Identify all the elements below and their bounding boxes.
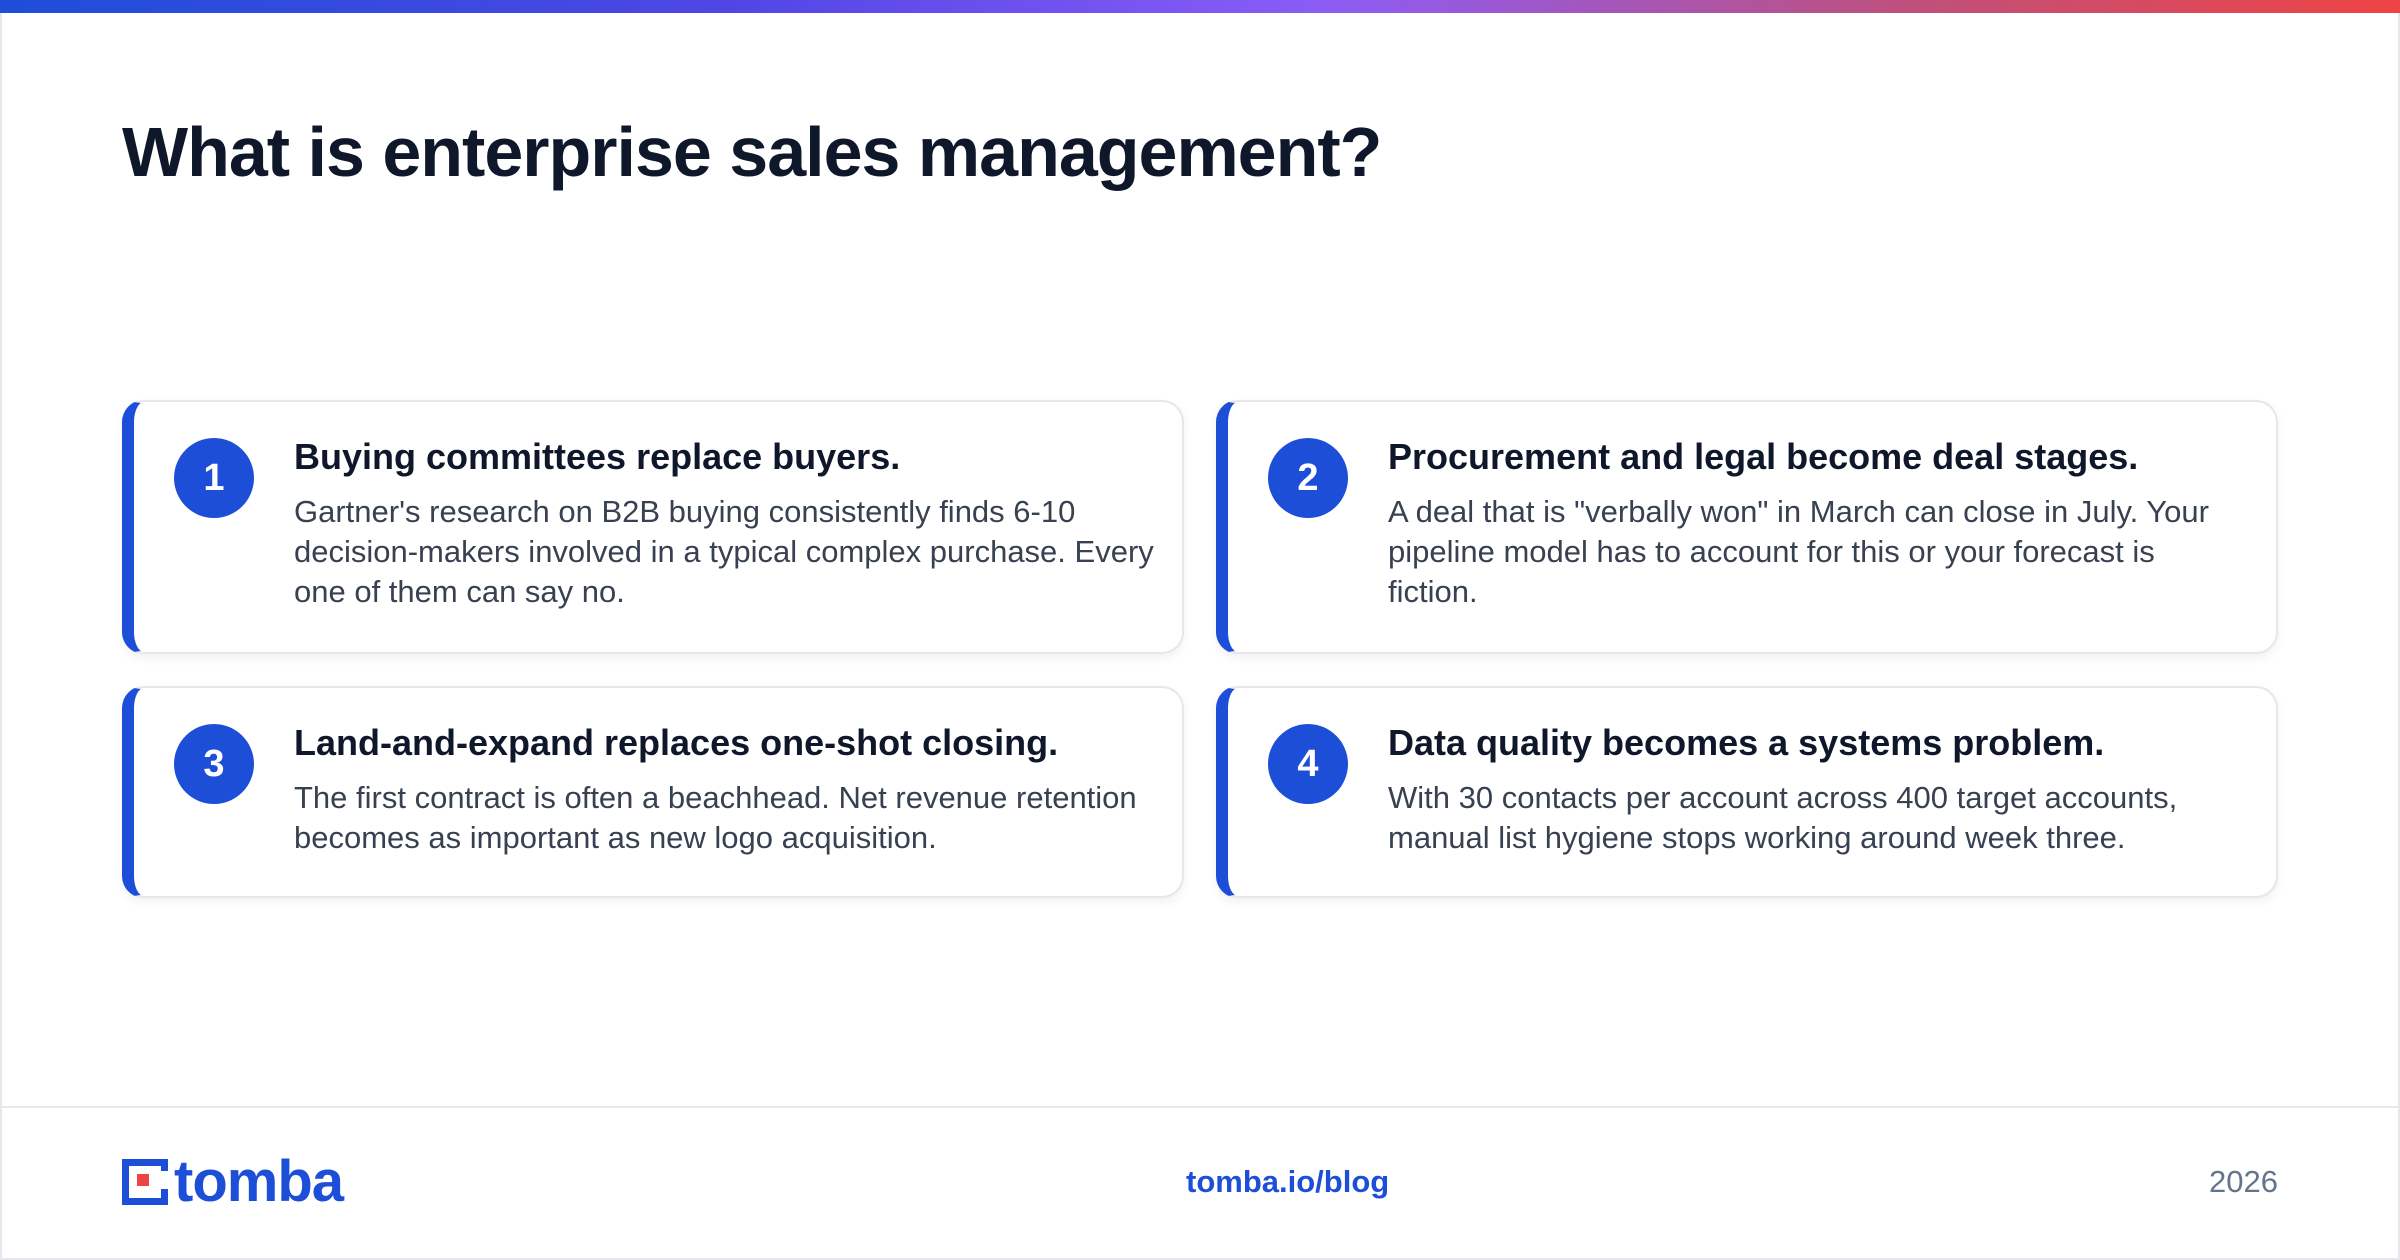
logo-wordmark: tomba (174, 1149, 344, 1214)
card-body: A deal that is "verbally won" in March c… (1388, 494, 2209, 609)
tomba-logo[interactable]: tomba (122, 1149, 344, 1214)
card-number-badge: 4 (1268, 724, 1348, 804)
card-1: 1 Buying committees replace buyers. Gart… (122, 400, 1184, 654)
page-title: What is enterprise sales management? (122, 113, 1382, 191)
card-heading: Procurement and legal become deal stages… (1388, 436, 2139, 477)
footer-divider (0, 1106, 2400, 1108)
card-number-badge: 2 (1268, 438, 1348, 518)
card-number-badge: 1 (174, 438, 254, 518)
footer-year: 2026 (2209, 1164, 2278, 1199)
card-number-badge: 3 (174, 724, 254, 804)
card-heading: Land-and-expand replaces one-shot closin… (294, 722, 1059, 763)
card-body: Gartner's research on B2B buying consist… (294, 494, 1154, 609)
card-heading: Buying committees replace buyers. (294, 436, 901, 477)
card-2: 2 Procurement and legal become deal stag… (1216, 400, 2278, 654)
card-4: 4 Data quality becomes a systems problem… (1216, 686, 2278, 898)
tomba-logo-icon (122, 1159, 170, 1205)
blog-link[interactable]: tomba.io/blog (1186, 1164, 1389, 1200)
card-body: With 30 contacts per account across 400 … (1388, 780, 2178, 855)
gradient-top-bar (0, 0, 2400, 13)
card-heading: Data quality becomes a systems problem. (1388, 722, 2105, 763)
card-3: 3 Land-and-expand replaces one-shot clos… (122, 686, 1184, 898)
card-body: The first contract is often a beachhead.… (294, 780, 1137, 855)
